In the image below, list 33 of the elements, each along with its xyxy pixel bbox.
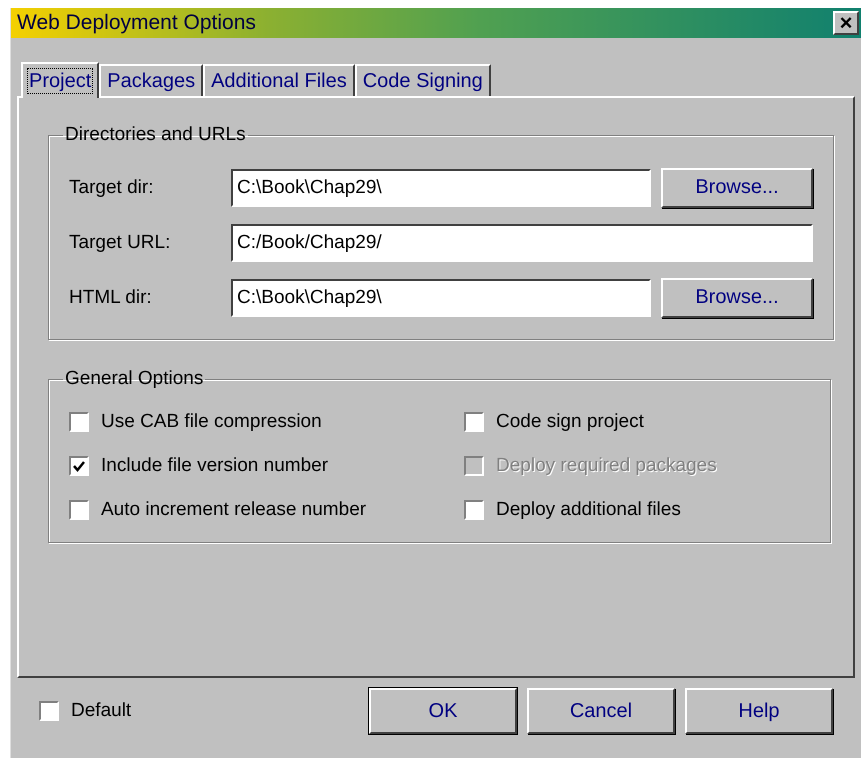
- checkbox[interactable]: [69, 500, 89, 520]
- dialog-button[interactable]: Help: [685, 688, 833, 734]
- check-icon: [72, 459, 86, 473]
- checkbox[interactable]: [464, 500, 484, 520]
- group-title: Directories and URLs: [65, 124, 246, 145]
- option-label: Default: [71, 700, 132, 722]
- option-label: Use CAB file compression: [101, 411, 322, 433]
- browse-button[interactable]: Browse...: [661, 278, 813, 318]
- input-field[interactable]: C:\Book\Chap29\: [231, 168, 651, 206]
- browse-button[interactable]: Browse...: [661, 168, 813, 208]
- tab[interactable]: Packages: [99, 64, 204, 96]
- tab[interactable]: Additional Files: [203, 64, 355, 96]
- checkbox[interactable]: [69, 456, 89, 476]
- tab[interactable]: Project: [21, 62, 100, 98]
- checkbox[interactable]: [464, 412, 484, 432]
- field-label: Target URL:: [69, 232, 172, 254]
- option-label: Deploy required packages: [496, 455, 717, 477]
- group-title: General Options: [65, 368, 204, 389]
- option-label: Code sign project: [496, 411, 644, 433]
- field-label: HTML dir:: [69, 286, 153, 308]
- dialog-button[interactable]: OK: [369, 688, 517, 734]
- close-button[interactable]: ×: [833, 11, 859, 35]
- tab[interactable]: Code Signing: [354, 64, 491, 96]
- input-field[interactable]: C:/Book/Chap29/: [231, 224, 813, 262]
- field-label: Target dir:: [69, 176, 154, 198]
- option-label: Include file version number: [101, 455, 328, 477]
- checkbox[interactable]: [69, 412, 89, 432]
- option-label: Auto increment release number: [101, 499, 366, 521]
- dialog-button[interactable]: Cancel: [527, 688, 675, 734]
- option-label: Deploy additional files: [496, 499, 681, 521]
- input-field[interactable]: C:\Book\Chap29\: [231, 278, 651, 316]
- window-title: Web Deployment Options: [17, 11, 256, 35]
- checkbox[interactable]: [39, 701, 59, 721]
